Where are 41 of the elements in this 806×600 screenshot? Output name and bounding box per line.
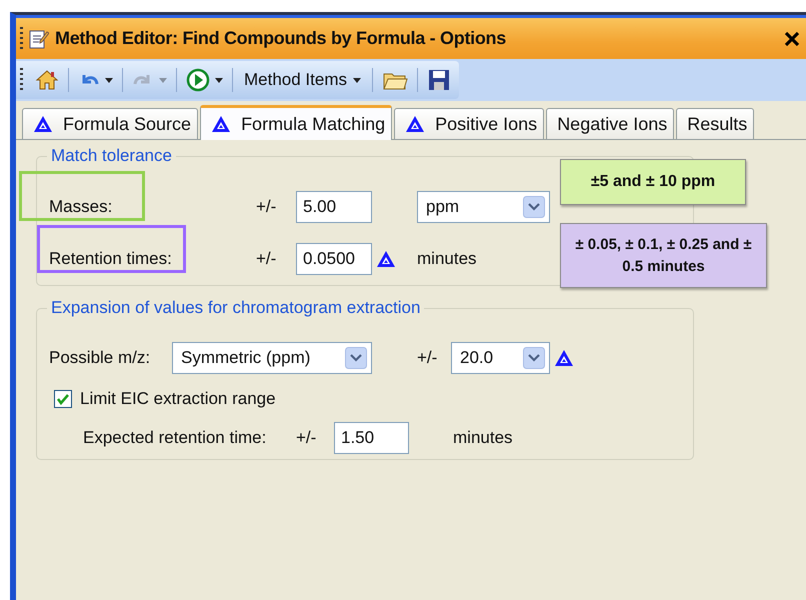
tab[interactable]: Negative Ions <box>546 108 674 139</box>
save-icon[interactable] <box>427 68 451 92</box>
dropdown-arrow-icon[interactable] <box>105 78 113 82</box>
dropdown-arrow-icon[interactable] <box>215 78 223 82</box>
grip-icon <box>20 26 23 50</box>
plus-minus-label: +/- <box>296 428 318 448</box>
input-field[interactable]: 0.0500 <box>296 243 372 275</box>
window-title: Method Editor: Find Compounds by Formula - Options <box>55 28 507 49</box>
tab[interactable]: Positive Ions <box>394 108 544 139</box>
unit-label: minutes <box>453 428 513 448</box>
callout-note: ±5 and ± 10 ppm <box>560 159 746 205</box>
group-title: Expansion of values for chromatogram extraction <box>47 298 424 318</box>
tab[interactable]: Results <box>676 108 754 139</box>
field-label: Expected retention time: <box>83 428 268 448</box>
tab[interactable]: Formula Source <box>22 108 198 139</box>
close-icon[interactable] <box>784 30 800 46</box>
play-icon[interactable] <box>186 68 210 92</box>
grip-icon <box>20 68 23 92</box>
home-icon[interactable] <box>35 68 59 92</box>
dropdown-button-icon[interactable] <box>345 347 367 369</box>
field-label: Masses: <box>49 197 112 216</box>
menu-button[interactable]: Method Items <box>240 70 365 90</box>
mode-dropdown[interactable]: Symmetric (ppm) <box>172 342 372 374</box>
field-label: Possible m/z: <box>49 348 152 368</box>
value-dropdown[interactable]: 20.0 <box>451 342 550 374</box>
plus-minus-label: +/- <box>256 249 278 269</box>
plus-minus-label: +/- <box>256 197 278 217</box>
checkbox-label: Limit EIC extraction range <box>80 389 276 409</box>
checkbox[interactable] <box>54 390 72 408</box>
unit-label: minutes <box>417 249 477 269</box>
callout-note: ± 0.05, ± 0.1, ± 0.25 and ± 0.5 minutes <box>560 223 767 288</box>
notepad-icon <box>29 28 49 50</box>
tab[interactable]: Formula Matching <box>200 105 392 140</box>
input-field[interactable]: 5.00 <box>296 191 372 223</box>
dropdown-button-icon[interactable] <box>523 347 545 369</box>
dropdown-button-icon[interactable] <box>523 196 545 218</box>
unit-dropdown[interactable]: ppm <box>417 191 550 223</box>
field-label: Retention times: <box>49 249 172 268</box>
dropdown-arrow-icon[interactable] <box>353 78 361 82</box>
plus-minus-label: +/- <box>417 348 438 368</box>
input-field[interactable]: 1.50 <box>334 422 409 454</box>
